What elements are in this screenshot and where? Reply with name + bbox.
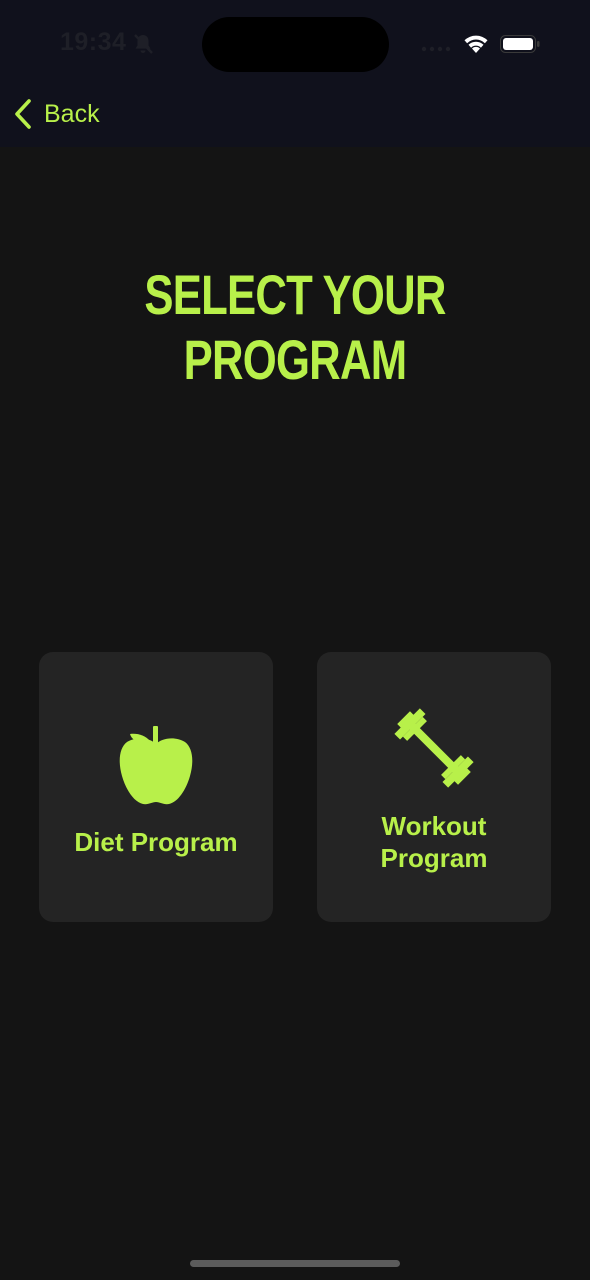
diet-program-card[interactable]: Diet Program — [39, 652, 273, 922]
top-bar: 19:34 Back — [0, 0, 590, 147]
workout-program-card[interactable]: Workout Program — [317, 652, 551, 922]
dynamic-island — [202, 17, 389, 72]
signal-icon — [421, 46, 451, 52]
chevron-left-icon — [15, 99, 31, 129]
page-title: SELECT YOUR PROGRAM — [144, 263, 446, 391]
battery-icon — [500, 35, 540, 53]
apple-icon — [119, 726, 193, 805]
back-button[interactable]: Back — [12, 96, 100, 132]
home-indicator — [190, 1260, 400, 1267]
workout-program-label: Workout Program — [317, 810, 551, 874]
dumbbell-icon — [394, 708, 474, 788]
diet-program-label: Diet Program — [74, 827, 238, 857]
status-time: 19:34 — [60, 28, 127, 56]
workout-label-line-2: Program — [380, 843, 488, 873]
workout-label-line-1: Workout — [381, 811, 487, 841]
back-label: Back — [44, 99, 100, 128]
screen: 19:34 Back SELECT YOUR PROGRAM Diet Prog… — [0, 0, 590, 1280]
bell-off-icon — [134, 34, 153, 54]
wifi-icon — [464, 35, 488, 53]
